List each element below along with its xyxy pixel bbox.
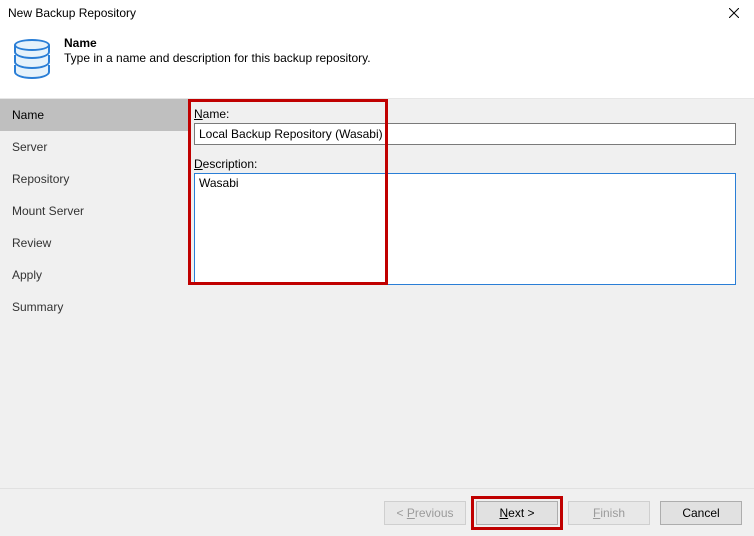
wizard-header: Name Type in a name and description for … <box>0 26 754 98</box>
sidebar-item-label: Repository <box>12 172 69 186</box>
sidebar-item-summary[interactable]: Summary <box>0 291 190 323</box>
description-label: Description: <box>194 157 736 171</box>
sidebar-item-label: Server <box>12 140 47 154</box>
wizard-sidebar: Name Server Repository Mount Server Revi… <box>0 99 190 488</box>
sidebar-item-server[interactable]: Server <box>0 131 190 163</box>
sidebar-item-label: Summary <box>12 300 63 314</box>
sidebar-item-label: Apply <box>12 268 42 282</box>
name-label: Name: <box>194 107 736 121</box>
previous-button: < Previous <box>384 501 466 525</box>
sidebar-item-label: Mount Server <box>12 204 84 218</box>
sidebar-item-name[interactable]: Name <box>0 99 190 131</box>
sidebar-item-mount-server[interactable]: Mount Server <box>0 195 190 227</box>
wizard-content: Name: Description: <box>190 99 754 488</box>
description-input[interactable] <box>194 173 736 285</box>
header-title: Name <box>64 36 371 50</box>
repository-icon <box>14 36 50 84</box>
sidebar-item-apply[interactable]: Apply <box>0 259 190 291</box>
wizard-footer: < Previous Next > Finish Cancel <box>0 488 754 536</box>
titlebar: New Backup Repository <box>0 0 754 26</box>
cancel-button[interactable]: Cancel <box>660 501 742 525</box>
sidebar-item-review[interactable]: Review <box>0 227 190 259</box>
header-subtitle: Type in a name and description for this … <box>64 51 371 65</box>
next-button[interactable]: Next > <box>476 501 558 525</box>
finish-button: Finish <box>568 501 650 525</box>
name-input[interactable] <box>194 123 736 145</box>
wizard-body: Name Server Repository Mount Server Revi… <box>0 98 754 488</box>
close-icon <box>729 8 739 18</box>
window-title: New Backup Repository <box>8 6 136 20</box>
close-button[interactable] <box>714 0 754 26</box>
sidebar-item-label: Review <box>12 236 51 250</box>
sidebar-item-repository[interactable]: Repository <box>0 163 190 195</box>
sidebar-item-label: Name <box>12 108 44 122</box>
